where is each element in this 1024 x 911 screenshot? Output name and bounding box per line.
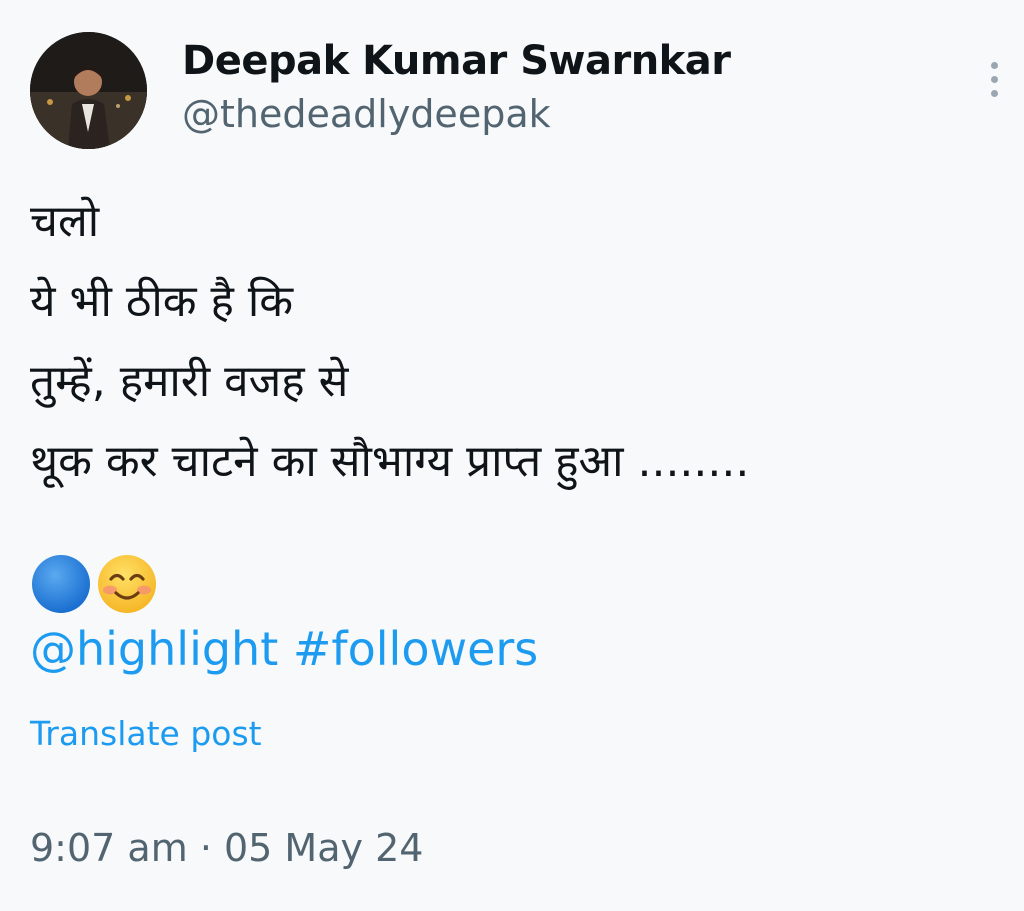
post-text: चलो ये भी ठीक है कि तुम्हें, हमारी वजह स… [30,182,749,502]
translate-post-link[interactable]: Translate post [30,714,262,753]
more-vertical-icon-dot [990,75,998,83]
profile-photo-icon [30,32,147,149]
more-vertical-icon [990,61,998,69]
post-text-line: चलो [30,196,100,247]
more-vertical-icon-dot [990,89,998,97]
post-time: 9:07 am [30,826,188,870]
post-text-line: तुम्हें, हमारी वजह से [30,356,349,407]
author-name[interactable]: Deepak Kumar Swarnkar [182,38,731,84]
post-card: Deepak Kumar Swarnkar @thedeadlydeepak च… [0,0,1024,911]
post-text-line: ये भी ठीक है कि [30,276,294,327]
post-tags: @highlight #followers [30,622,538,676]
avatar[interactable] [30,32,147,149]
post-text-line: थूक कर चाटने का सौभाग्य प्राप्त हुआ ....… [30,436,750,487]
smiling-face-icon [98,555,156,613]
blue-circle-icon [32,555,90,613]
more-options-button[interactable] [976,54,1012,104]
post-date: 05 May 24 [224,826,424,870]
mention-link[interactable]: @highlight [30,622,278,676]
author-handle[interactable]: @thedeadlydeepak [182,92,551,136]
hashtag-link[interactable]: #followers [293,622,538,676]
meta-separator: · [199,826,212,870]
post-timestamp[interactable]: 9:07 am · 05 May 24 [30,826,423,870]
emoji-row [30,554,158,614]
